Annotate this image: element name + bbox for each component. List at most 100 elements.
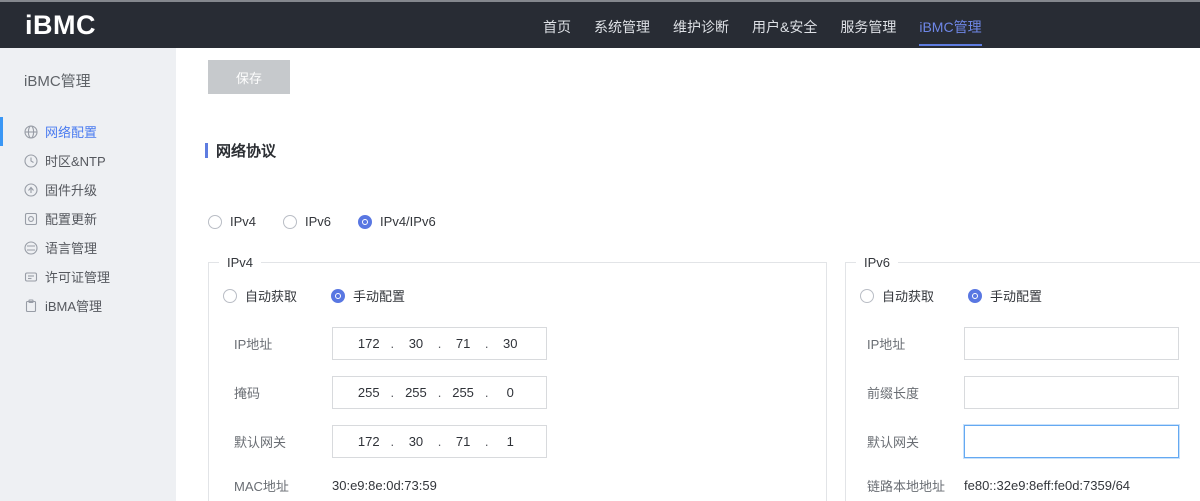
radio-label: IPv4/IPv6 bbox=[380, 214, 436, 229]
ipv6-radio-manual[interactable]: 手动配置 bbox=[968, 286, 1042, 305]
active-indicator-bar bbox=[0, 262, 3, 291]
ipv4-mode-radio-group: 自动获取 手动配置 bbox=[223, 286, 826, 305]
nav-item-home[interactable]: 首页 bbox=[543, 4, 571, 50]
radio-icon bbox=[223, 289, 237, 303]
ipv6-ip-address-input[interactable] bbox=[964, 327, 1179, 360]
sidebar-item-label: 网络配置 bbox=[45, 122, 97, 141]
ip-octet[interactable]: 71 bbox=[441, 336, 485, 351]
radio-icon bbox=[358, 215, 372, 229]
nav-item-system[interactable]: 系统管理 bbox=[594, 4, 650, 50]
sidebar-item-label: 固件升级 bbox=[45, 180, 97, 199]
active-indicator-bar bbox=[0, 117, 3, 146]
config-update-icon bbox=[24, 212, 38, 226]
sidebar-item-config-update[interactable]: 配置更新 bbox=[0, 204, 176, 233]
sidebar-item-timezone-ntp[interactable]: 时区&NTP bbox=[0, 146, 176, 175]
radio-label: 自动获取 bbox=[882, 286, 934, 305]
ipv4-netmask-input[interactable]: 255 . 255 . 255 . 0 bbox=[332, 376, 547, 409]
section-title: 网络协议 bbox=[216, 140, 276, 161]
radio-label: IPv6 bbox=[305, 214, 331, 229]
save-button[interactable]: 保存 bbox=[208, 60, 290, 94]
nav-item-user-security[interactable]: 用户&安全 bbox=[752, 4, 817, 50]
field-label: 链路本地地址 bbox=[867, 476, 964, 495]
mac-address-value: 30:e9:8e:0d:73:59 bbox=[332, 478, 437, 493]
active-indicator-bar bbox=[0, 175, 3, 204]
ipv6-ip-address-row: IP地址 bbox=[846, 327, 1200, 360]
field-label: MAC地址 bbox=[234, 476, 332, 495]
field-label: 掩码 bbox=[234, 383, 332, 402]
ipv6-panel: IPv6 自动获取 手动配置 IP地址 前缀长度 默认网关 链路本地地址 bbox=[845, 255, 1200, 501]
section-accent-bar bbox=[205, 143, 208, 158]
ipv4-mac-row: MAC地址 30:e9:8e:0d:73:59 bbox=[209, 476, 826, 495]
sidebar-item-label: 配置更新 bbox=[45, 209, 97, 228]
ipv4-gateway-row: 默认网关 172 . 30 . 71 . 1 bbox=[209, 425, 826, 458]
top-bar: iBMC 首页 系统管理 维护诊断 用户&安全 服务管理 iBMC管理 bbox=[0, 0, 1200, 48]
sidebar-item-ibma[interactable]: iBMA管理 bbox=[0, 291, 176, 320]
field-label: 默认网关 bbox=[234, 432, 332, 451]
ip-octet[interactable]: 172 bbox=[347, 336, 391, 351]
active-indicator-bar bbox=[0, 146, 3, 175]
radio-ipv4-ipv6[interactable]: IPv4/IPv6 bbox=[358, 214, 436, 229]
radio-icon bbox=[331, 289, 345, 303]
ip-octet[interactable]: 255 bbox=[347, 385, 391, 400]
ipv4-netmask-row: 掩码 255 . 255 . 255 . 0 bbox=[209, 376, 826, 409]
ipv4-radio-auto[interactable]: 自动获取 bbox=[223, 286, 297, 305]
active-indicator-bar bbox=[0, 204, 3, 233]
ipv4-ip-address-input[interactable]: 172 . 30 . 71 . 30 bbox=[332, 327, 547, 360]
ip-octet[interactable]: 255 bbox=[441, 385, 485, 400]
ipv4-ip-address-row: IP地址 172 . 30 . 71 . 30 bbox=[209, 327, 826, 360]
radio-label: 手动配置 bbox=[990, 286, 1042, 305]
radio-ipv6[interactable]: IPv6 bbox=[283, 214, 331, 229]
ipv4-panel: IPv4 自动获取 手动配置 IP地址 172 . 30 . 71 . 30 bbox=[208, 255, 827, 501]
sidebar: iBMC管理 网络配置 时区&NTP 固件升级 bbox=[0, 48, 176, 501]
sidebar-item-network-config[interactable]: 网络配置 bbox=[0, 117, 176, 146]
clock-icon bbox=[24, 154, 38, 168]
field-label: 默认网关 bbox=[867, 432, 964, 451]
sidebar-item-license[interactable]: 许可证管理 bbox=[0, 262, 176, 291]
radio-icon bbox=[968, 289, 982, 303]
sidebar-menu: 网络配置 时区&NTP 固件升级 配置更新 bbox=[0, 117, 176, 320]
radio-icon bbox=[860, 289, 874, 303]
sidebar-item-language[interactable]: 语言管理 bbox=[0, 233, 176, 262]
ipv4-gateway-input[interactable]: 172 . 30 . 71 . 1 bbox=[332, 425, 547, 458]
license-icon bbox=[24, 270, 38, 284]
ip-octet[interactable]: 1 bbox=[488, 434, 532, 449]
active-indicator-bar bbox=[0, 233, 3, 262]
ipv6-gateway-input[interactable] bbox=[964, 425, 1179, 458]
ipv4-panel-legend: IPv4 bbox=[219, 255, 261, 270]
main-content: 保存 网络协议 IPv4 IPv6 IPv4/IPv6 IPv4 自动获取 bbox=[176, 48, 1200, 501]
ip-octet[interactable]: 255 bbox=[394, 385, 438, 400]
ip-octet[interactable]: 172 bbox=[347, 434, 391, 449]
ip-octet[interactable]: 30 bbox=[394, 336, 438, 351]
section-header: 网络协议 bbox=[205, 140, 276, 161]
ipv4-radio-manual[interactable]: 手动配置 bbox=[331, 286, 405, 305]
nav-item-services[interactable]: 服务管理 bbox=[840, 4, 896, 50]
ipv6-prefix-length-input[interactable] bbox=[964, 376, 1179, 409]
ip-octet[interactable]: 71 bbox=[441, 434, 485, 449]
radio-label: IPv4 bbox=[230, 214, 256, 229]
radio-label: 手动配置 bbox=[353, 286, 405, 305]
ip-octet[interactable]: 30 bbox=[488, 336, 532, 351]
sidebar-item-firmware-upgrade[interactable]: 固件升级 bbox=[0, 175, 176, 204]
sidebar-item-label: 语言管理 bbox=[45, 238, 97, 257]
radio-ipv4[interactable]: IPv4 bbox=[208, 214, 256, 229]
ip-octet[interactable]: 0 bbox=[488, 385, 532, 400]
app-logo: iBMC bbox=[25, 10, 96, 41]
ipv6-mode-radio-group: 自动获取 手动配置 bbox=[860, 286, 1200, 305]
ipv6-link-local-row: 链路本地地址 fe80::32e9:8eff:fe0d:7359/64 bbox=[846, 476, 1200, 495]
field-label: IP地址 bbox=[867, 334, 964, 353]
globe-icon bbox=[24, 125, 38, 139]
protocol-radio-group: IPv4 IPv6 IPv4/IPv6 bbox=[208, 214, 436, 229]
sidebar-item-label: 时区&NTP bbox=[45, 151, 106, 170]
nav-item-ibmc-management[interactable]: iBMC管理 bbox=[919, 4, 981, 50]
sidebar-title: iBMC管理 bbox=[24, 70, 176, 91]
link-local-address-value: fe80::32e9:8eff:fe0d:7359/64 bbox=[964, 478, 1130, 493]
ip-octet[interactable]: 30 bbox=[394, 434, 438, 449]
radio-icon bbox=[283, 215, 297, 229]
ibma-icon bbox=[24, 299, 38, 313]
radio-icon bbox=[208, 215, 222, 229]
language-icon bbox=[24, 241, 38, 255]
sidebar-item-label: 许可证管理 bbox=[45, 267, 110, 286]
nav-item-maintenance[interactable]: 维护诊断 bbox=[673, 4, 729, 50]
top-navigation: 首页 系统管理 维护诊断 用户&安全 服务管理 iBMC管理 bbox=[543, 4, 982, 50]
ipv6-radio-auto[interactable]: 自动获取 bbox=[860, 286, 934, 305]
